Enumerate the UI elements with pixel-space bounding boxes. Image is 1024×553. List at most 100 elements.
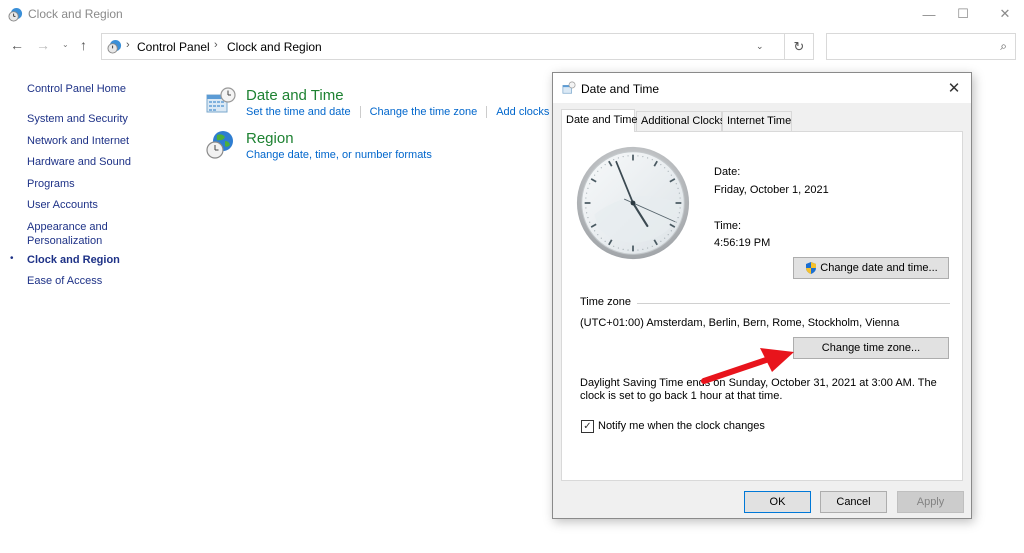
up-arrow-icon[interactable]: ↑ — [80, 37, 87, 53]
clock-minute-dot — [670, 230, 672, 232]
clock-minute-dot — [622, 156, 624, 158]
link-change-formats[interactable]: Change date, time, or number formats — [246, 149, 432, 161]
refresh-button[interactable]: ↻ — [784, 33, 814, 60]
sidebar-item-appearance-personalization[interactable]: Appearance and Personalization — [27, 220, 108, 248]
clock-minute-dot — [667, 170, 669, 172]
navigation-bar: ← → ⌄ ↑ › Control Panel › Clock and Regi… — [0, 33, 1024, 61]
timezone-group: Time zone — [580, 296, 950, 310]
link-set-time-date[interactable]: Set the time and date — [246, 106, 351, 118]
date-label: Date: — [714, 166, 741, 178]
uac-shield-icon — [806, 262, 817, 274]
clock-minute-dot — [651, 245, 653, 247]
clock-minute-dot — [585, 197, 587, 199]
breadcrumb-control-panel[interactable]: Control Panel — [137, 40, 210, 54]
date-time-dialog: Date and Time ✕ Date and Time Additional… — [552, 72, 972, 519]
clock-minute-dot — [594, 174, 596, 176]
sidebar-item-network-internet[interactable]: Network and Internet — [27, 134, 129, 148]
dialog-title-bar: Date and Time ✕ — [553, 73, 971, 103]
clock-minute-dot — [678, 192, 680, 194]
address-dropdown-icon[interactable]: ⌄ — [756, 41, 764, 52]
sidebar-item-system-security[interactable]: System and Security — [27, 112, 128, 126]
tab-internet-time[interactable]: Internet Time — [722, 111, 792, 131]
address-bar[interactable]: › Control Panel › Clock and Region — [101, 33, 784, 60]
time-label: Time: — [714, 220, 742, 232]
clock-region-icon — [8, 7, 23, 22]
minimize-button[interactable]: — — [912, 0, 946, 28]
clock-minute-dot — [589, 221, 591, 223]
title-bar: Clock and Region — ☐ ✕ — [0, 0, 1024, 30]
recent-locations-chevron-icon[interactable]: ⌄ — [62, 40, 69, 49]
clock-minute-dot — [670, 174, 672, 176]
clock-minute-dot — [660, 164, 662, 166]
clock-center-pin — [630, 200, 636, 206]
clock-minute-dot — [617, 247, 619, 249]
maximize-button[interactable]: ☐ — [946, 0, 980, 28]
ok-button[interactable]: OK — [744, 491, 811, 513]
clock-minute-dot — [613, 159, 615, 161]
breadcrumb-clock-and-region[interactable]: Clock and Region — [227, 40, 322, 54]
forward-arrow-icon[interactable]: → — [36, 37, 50, 53]
notify-checkbox[interactable]: ✓ — [581, 420, 594, 433]
clock-minute-dot — [647, 247, 649, 249]
clock-minute-dot — [597, 170, 599, 172]
breadcrumb-separator: › — [126, 39, 130, 51]
change-date-time-button[interactable]: Change date and time... — [793, 257, 949, 279]
time-value: 4:56:19 PM — [714, 237, 771, 249]
clock-minute-dot — [642, 248, 644, 250]
tab-panel-date-time: Date: Friday, October 1, 2021 Time: 4:56… — [561, 131, 963, 481]
notify-checkbox-label[interactable]: Notify me when the clock changes — [598, 420, 765, 432]
clock-minute-dot — [594, 230, 596, 232]
sidebar-item-programs[interactable]: Programs — [27, 177, 75, 191]
sidebar-item-ease-of-access[interactable]: Ease of Access — [27, 274, 102, 288]
control-panel-icon — [107, 39, 122, 54]
tab-additional-clocks[interactable]: Additional Clocks — [636, 111, 725, 131]
clock-minute-dot — [613, 245, 615, 247]
clock-minute-dot — [586, 212, 588, 214]
timezone-legend: Time zone — [580, 296, 637, 308]
category-links-region: Change date, time, or number formats — [246, 149, 432, 161]
link-divider — [486, 106, 488, 119]
clock-minute-dot — [589, 183, 591, 185]
clock-minute-dot — [678, 212, 680, 214]
clock-minute-dot — [679, 207, 681, 209]
clock-minute-dot — [637, 249, 639, 251]
sidebar-item-user-accounts[interactable]: User Accounts — [27, 198, 98, 212]
analog-clock — [576, 146, 690, 260]
dst-info-line2: clock is set to go back 1 hour at that t… — [580, 390, 783, 402]
clock-minute-dot — [617, 157, 619, 159]
date-time-dialog-icon — [562, 81, 576, 94]
dialog-close-button[interactable]: ✕ — [943, 78, 965, 98]
sidebar-item-hardware-sound[interactable]: Hardware and Sound — [27, 155, 131, 169]
sidebar-item-clock-region[interactable]: Clock and Region — [27, 253, 120, 267]
clock-minute-dot — [587, 217, 589, 219]
back-arrow-icon[interactable]: ← — [10, 37, 24, 53]
clock-minute-dot — [600, 167, 602, 169]
clock-minute-dot — [660, 240, 662, 242]
clock-minute-dot — [586, 192, 588, 194]
category-title-region[interactable]: Region — [246, 130, 294, 147]
dialog-title: Date and Time — [581, 82, 660, 96]
cancel-button[interactable]: Cancel — [820, 491, 887, 513]
clock-minute-dot — [667, 234, 669, 236]
active-bullet-icon: • — [10, 253, 14, 264]
clock-minute-dot — [627, 249, 629, 251]
close-button[interactable]: ✕ — [988, 0, 1022, 28]
change-time-zone-button[interactable]: Change time zone... — [793, 337, 949, 359]
sidebar-item-label: Personalization — [27, 235, 103, 247]
link-change-time-zone[interactable]: Change the time zone — [370, 106, 478, 118]
apply-button[interactable]: Apply — [897, 491, 964, 513]
change-date-time-label: Change date and time... — [820, 262, 938, 274]
category-title-date-time[interactable]: Date and Time — [246, 87, 344, 104]
clock-minute-dot — [600, 237, 602, 239]
search-box[interactable]: ⌕ — [826, 33, 1016, 60]
search-icon[interactable]: ⌕ — [1000, 39, 1007, 54]
timezone-value: (UTC+01:00) Amsterdam, Berlin, Bern, Rom… — [580, 317, 900, 329]
clock-minute-dot — [677, 217, 679, 219]
date-time-calendar-icon — [206, 87, 236, 113]
tab-date-and-time[interactable]: Date and Time — [561, 109, 638, 132]
breadcrumb-separator: › — [214, 39, 218, 51]
link-divider — [359, 106, 361, 119]
sidebar-item-control-panel-home[interactable]: Control Panel Home — [27, 82, 126, 96]
search-input[interactable] — [827, 34, 987, 59]
clock-minute-dot — [585, 207, 587, 209]
